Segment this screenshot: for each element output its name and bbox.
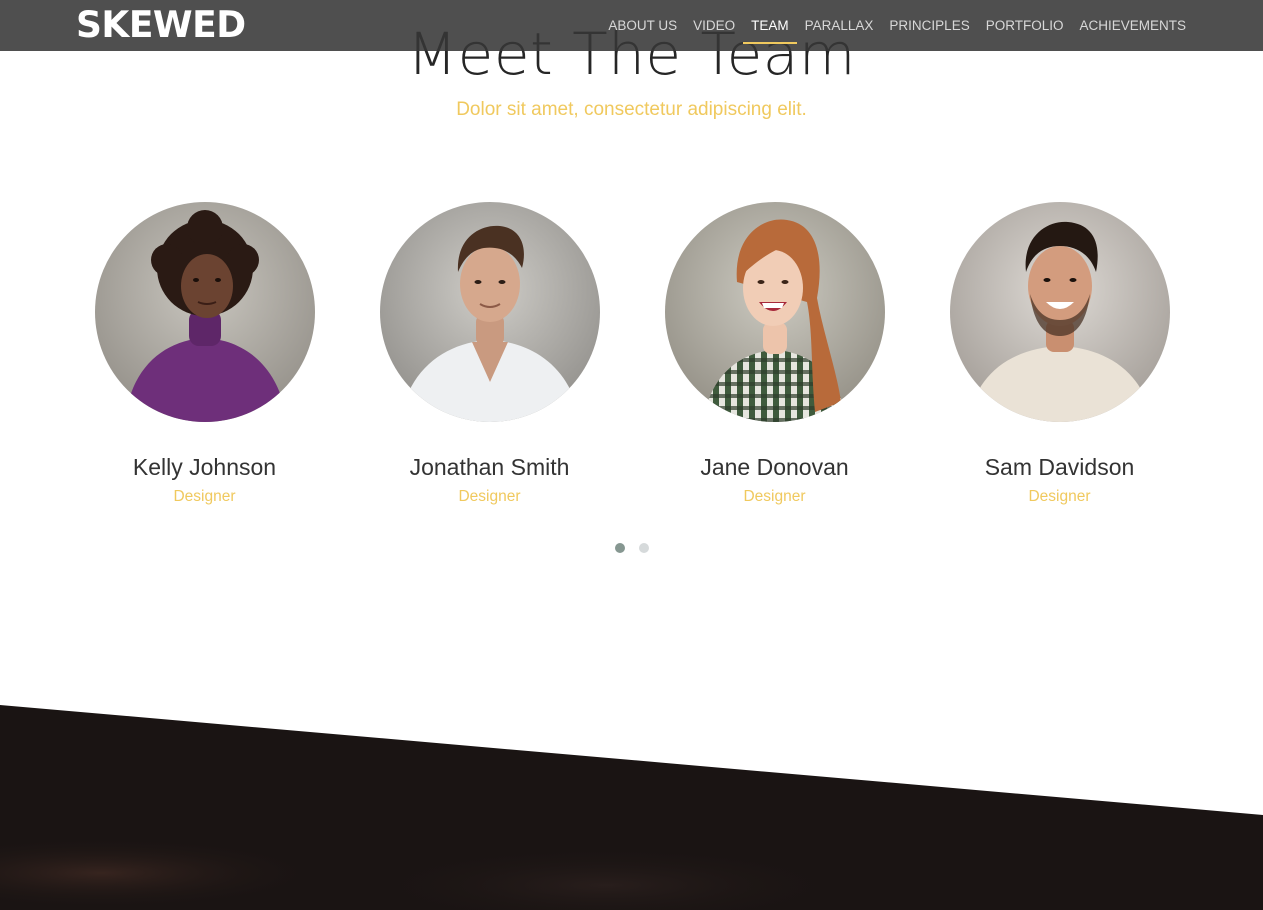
carousel-dot-2[interactable] bbox=[638, 543, 649, 553]
team-member-photo[interactable] bbox=[94, 202, 315, 422]
nav-item-team[interactable]: TEAM bbox=[743, 0, 797, 51]
active-nav-indicator bbox=[743, 42, 797, 44]
page: Meet The Team Dolor sit amet, consectetu… bbox=[0, 0, 1263, 910]
section-subtitle: Dolor sit amet, consectetur adipiscing e… bbox=[456, 99, 807, 120]
nav-item-label: ACHIEVEMENTS bbox=[1079, 18, 1186, 33]
nav-item-parallax[interactable]: PARALLAX bbox=[797, 0, 882, 51]
team-member-name: Jonathan Smith bbox=[409, 454, 570, 480]
team-member-card: Kelly Johnson Designer bbox=[62, 202, 347, 507]
nav-item-achievements[interactable]: ACHIEVEMENTS bbox=[1071, 0, 1194, 51]
nav-item-principles[interactable]: PRINCIPLES bbox=[881, 0, 977, 51]
nav-menu: ABOUT US VIDEO TEAM PARALLAX PRINCIPLES … bbox=[600, 0, 1194, 51]
team-members: Kelly Johnson Designer Jonathan Smith De… bbox=[62, 202, 1202, 507]
nav-item-label: PRINCIPLES bbox=[889, 18, 970, 33]
team-member-name: Kelly Johnson bbox=[132, 454, 277, 480]
team-member-card: Jane Donovan Designer bbox=[632, 202, 917, 507]
carousel-dot-1[interactable] bbox=[614, 543, 625, 553]
navbar: SKEWED ABOUT US VIDEO TEAM PARALLAX PRIN… bbox=[0, 0, 1263, 51]
team-member-role: Designer bbox=[743, 488, 806, 505]
team-member-photo[interactable] bbox=[664, 202, 885, 422]
team-member-name: Jane Donovan bbox=[700, 454, 849, 480]
team-member-role: Designer bbox=[1028, 488, 1091, 505]
team-member-photo[interactable] bbox=[379, 202, 600, 422]
nav-item-portfolio[interactable]: PORTFOLIO bbox=[978, 0, 1072, 51]
carousel-pagination bbox=[0, 543, 1263, 553]
nav-item-label: TEAM bbox=[751, 18, 789, 33]
nav-item-label: VIDEO bbox=[693, 18, 736, 33]
nav-item-about-us[interactable]: ABOUT US bbox=[600, 0, 685, 51]
nav-item-label: PORTFOLIO bbox=[985, 18, 1064, 33]
team-member-card: Jonathan Smith Designer bbox=[347, 202, 632, 507]
brand-logo[interactable]: SKEWED bbox=[76, 4, 246, 49]
team-member-role: Designer bbox=[458, 488, 521, 505]
team-member-role: Designer bbox=[173, 488, 236, 505]
nav-item-video[interactable]: VIDEO bbox=[685, 0, 743, 51]
team-member-card: Sam Davidson Designer bbox=[917, 202, 1202, 507]
team-member-name: Sam Davidson bbox=[984, 454, 1135, 480]
nav-item-label: ABOUT US bbox=[608, 18, 678, 33]
nav-item-label: PARALLAX bbox=[804, 18, 874, 33]
team-member-photo[interactable] bbox=[949, 202, 1170, 422]
